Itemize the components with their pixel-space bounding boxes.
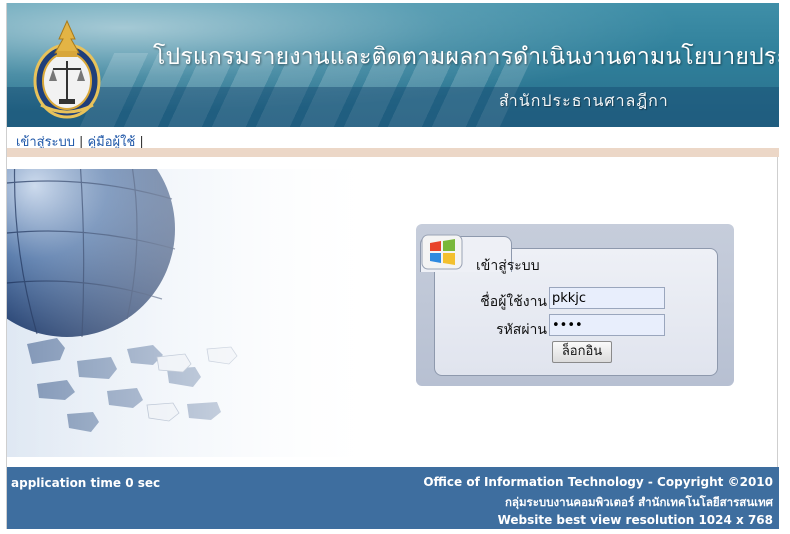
copyright-text: Office of Information Technology - Copyr…: [423, 475, 773, 489]
app-title: โปรแกรมรายงานและติดตามผลการดำเนินงานตามน…: [153, 44, 779, 70]
globe-puzzle-illustration: [7, 169, 371, 457]
windows-logo-icon: [421, 234, 463, 270]
top-nav: เข้าสู่ระบบ | คู่มือผู้ใช้ |: [7, 127, 779, 150]
hero-image: [7, 169, 371, 457]
app-subtitle: สำนักประธานศาลฎีกา: [499, 91, 669, 110]
footer: application time 0 sec Office of Informa…: [7, 467, 779, 529]
best-view-text: Website best view resolution 1024 x 768: [497, 513, 773, 527]
page-frame: โปรแกรมรายงานและติดตามผลการดำเนินงานตามน…: [6, 3, 779, 529]
header-banner: โปรแกรมรายงานและติดตามผลการดำเนินงานตามน…: [7, 3, 779, 127]
password-label: รหัสผ่าน: [496, 322, 547, 338]
court-seal-icon: [33, 19, 101, 119]
login-heading: เข้าสู่ระบบ: [476, 258, 540, 274]
login-panel: เข้าสู่ระบบ ชื่อผู้ใช้งาน รหัสผ่าน ล็อกอ…: [416, 224, 734, 386]
password-input[interactable]: [549, 314, 665, 336]
app-time-text: application time 0 sec: [11, 476, 161, 490]
login-button[interactable]: ล็อกอิน: [552, 341, 612, 363]
username-input[interactable]: [549, 287, 665, 309]
nav-divider-bar: [7, 148, 779, 157]
username-label: ชื่อผู้ใช้งาน: [480, 294, 547, 310]
department-text: กลุ่มระบบงานคอมพิวเตอร์ สำนักเทคโนโลยีสา…: [504, 495, 773, 509]
